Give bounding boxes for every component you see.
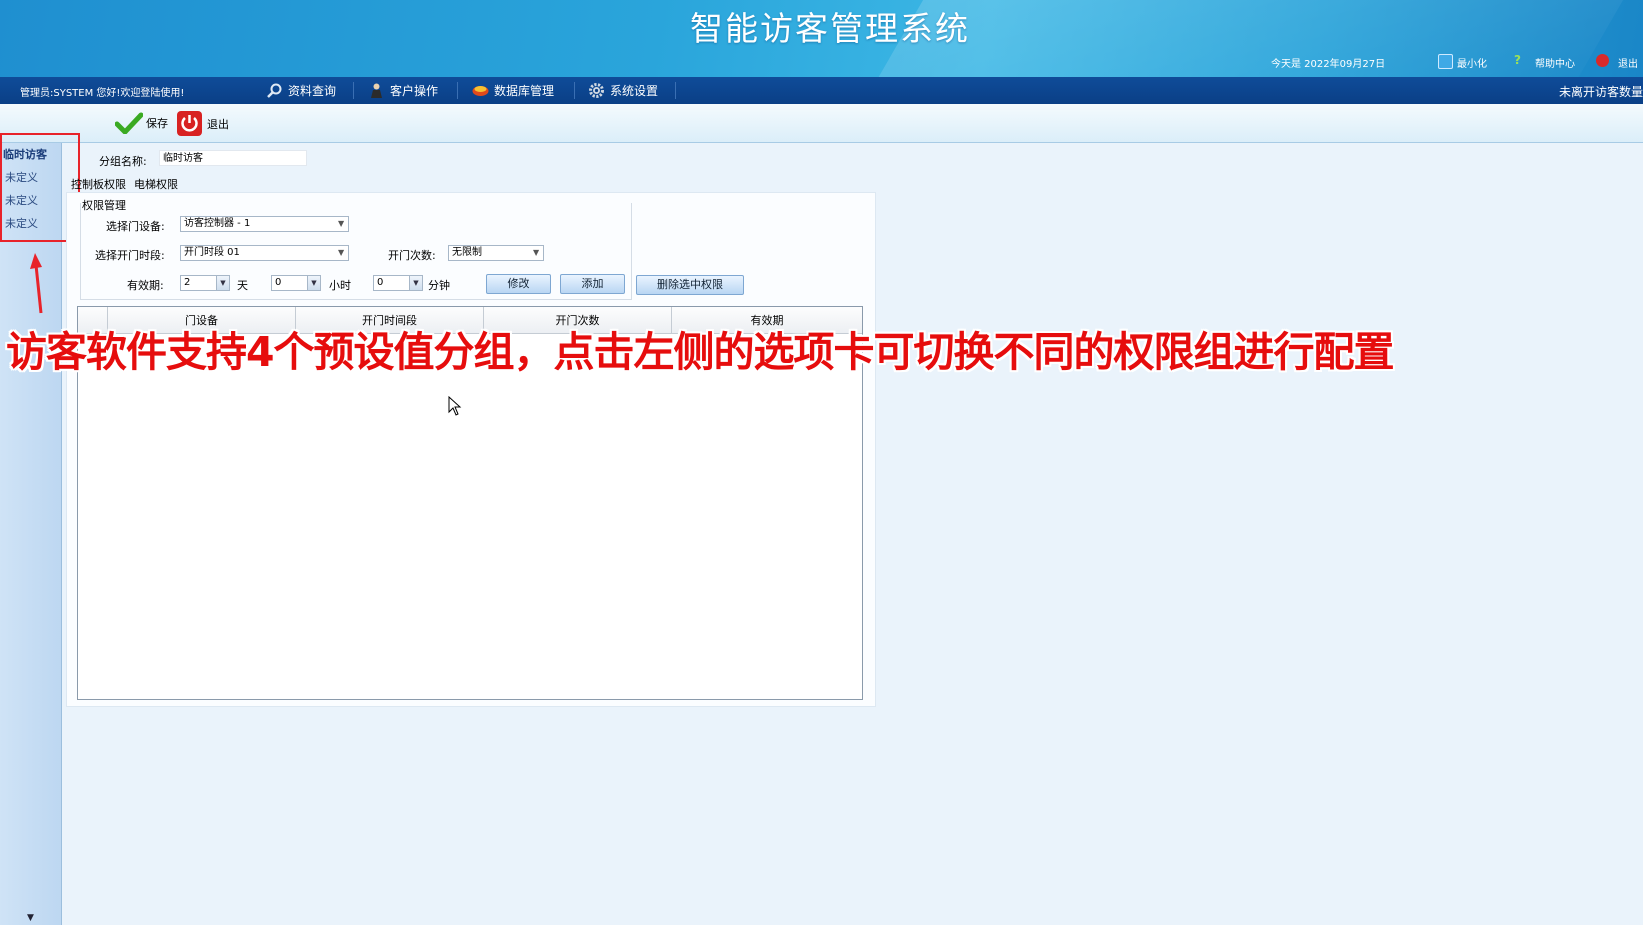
door-device-label: 选择门设备: (106, 220, 165, 233)
database-icon (472, 86, 489, 96)
help-icon[interactable]: ? (1514, 54, 1527, 67)
minutes-value: 0 (377, 277, 384, 288)
door-device-select[interactable]: 访客控制器 - 1 ▼ (180, 216, 349, 232)
power-icon[interactable] (1596, 54, 1609, 67)
chevron-down-icon: ▼ (533, 248, 540, 257)
nav-divider (457, 82, 458, 99)
minimize-button[interactable]: 最小化 (1457, 55, 1487, 70)
nav-label: 系统设置 (610, 84, 659, 98)
user-icon (371, 83, 382, 98)
nav-item-system-settings[interactable]: 系统设置 (588, 80, 658, 101)
date-text: 今天是 2022年09月27日 (1271, 59, 1386, 70)
time-slot-value: 开门时段 01 (184, 247, 240, 258)
delete-selected-permission-button[interactable]: 删除选中权限 (636, 275, 744, 295)
power-icon (177, 111, 202, 136)
open-count-select[interactable]: 无限制 ▼ (448, 245, 544, 261)
nav-divider (675, 82, 676, 99)
group-name-label: 分组名称: (99, 155, 147, 168)
door-device-value: 访客控制器 - 1 (184, 218, 251, 229)
section-title: 权限管理 (82, 197, 128, 213)
nav-label: 数据库管理 (494, 84, 555, 98)
app-title: 智能访客管理系统 (690, 9, 970, 48)
save-label: 保存 (146, 117, 168, 130)
add-button[interactable]: 添加 (560, 274, 625, 294)
tab-elevator-permission[interactable]: 电梯权限 (134, 176, 178, 192)
validity-label: 有效期: (127, 279, 164, 292)
scroll-down-icon[interactable]: ▼ (27, 913, 34, 923)
admin-greeting: 管理员:SYSTEM 您好!欢迎登陆使用! (20, 88, 185, 99)
hours-unit: 小时 (329, 279, 351, 292)
main-navbar: 管理员:SYSTEM 您好!欢迎登陆使用! 资料查询 客户操作 数据库管理 系统… (0, 77, 1643, 104)
save-button[interactable]: 保存 (115, 112, 168, 134)
nav-label: 客户操作 (390, 84, 439, 98)
unleft-visitor-count: 未离开访客数量 (1558, 85, 1643, 99)
open-count-value: 无限制 (452, 247, 482, 258)
tab-controller-permission[interactable]: 控制板权限 (71, 176, 126, 192)
days-unit: 天 (237, 279, 248, 292)
chevron-down-icon[interactable]: ▼ (307, 276, 320, 290)
open-count-label: 开门次数: (388, 249, 436, 262)
hours-stepper[interactable]: 0 ▼ (271, 275, 321, 291)
overlay-caption: 访客软件支持4个预设值分组，点击左侧的选项卡可切换不同的权限组进行配置 (6, 328, 1395, 376)
help-button[interactable]: 帮助中心 (1535, 55, 1575, 70)
chevron-down-icon[interactable]: ▼ (409, 276, 422, 290)
chevron-down-icon: ▼ (338, 248, 345, 257)
toolbar: 保存 退出 (0, 104, 1643, 143)
nav-item-customer-ops[interactable]: 客户操作 (368, 80, 438, 101)
checkmark-icon (115, 112, 143, 134)
exit-label: 退出 (207, 117, 229, 131)
minutes-stepper[interactable]: 0 ▼ (373, 275, 423, 291)
exit-button[interactable]: 退出 (1618, 55, 1638, 70)
nav-divider (574, 82, 575, 99)
search-icon (267, 83, 282, 98)
annotation-arrow-icon (30, 253, 43, 314)
minimize-icon[interactable] (1438, 54, 1453, 69)
time-slot-select[interactable]: 开门时段 01 ▼ (180, 245, 349, 261)
hours-value: 0 (275, 277, 282, 288)
chevron-down-icon: ▼ (338, 219, 345, 228)
time-slot-label: 选择开门时段: (95, 249, 165, 262)
nav-label: 资料查询 (288, 84, 337, 98)
minutes-unit: 分钟 (428, 279, 450, 292)
chevron-down-icon[interactable]: ▼ (216, 276, 229, 290)
exit-toolbar-button[interactable]: 退出 (177, 111, 229, 136)
gear-icon (589, 83, 604, 98)
modify-button[interactable]: 修改 (486, 274, 551, 294)
nav-item-data-query[interactable]: 资料查询 (266, 80, 336, 101)
nav-item-database[interactable]: 数据库管理 (472, 80, 554, 101)
mouse-cursor-icon (448, 396, 462, 416)
group-name-input[interactable]: 临时访客 (159, 150, 307, 166)
days-value: 2 (184, 277, 191, 288)
app-header: 智能访客管理系统 今天是 2022年09月27日 最小化 ? 帮助中心 退出 (0, 0, 1643, 77)
nav-divider (353, 82, 354, 99)
days-stepper[interactable]: 2 ▼ (180, 275, 230, 291)
